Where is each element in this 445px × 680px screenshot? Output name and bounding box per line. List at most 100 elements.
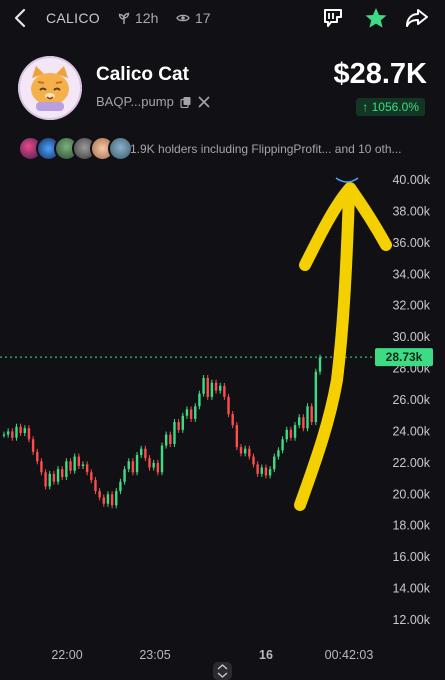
candle-body [173,422,176,444]
candle-body [23,428,26,433]
candle-body [123,469,126,482]
candle-body [36,451,39,462]
holders-row[interactable]: 1.9K holders including FlippingProfit...… [18,136,438,162]
candle-body [306,406,309,429]
top-bar: CALICO 12h 17 [0,0,445,36]
candle-body [61,469,64,477]
candle-body [164,434,168,446]
candle-body [98,491,101,498]
star-icon[interactable] [363,6,389,30]
candle-body [102,497,105,504]
candle-body [177,422,180,430]
candle-body [85,464,89,473]
y-tick-label: 18.00k [392,519,430,533]
y-tick-label: 34.00k [392,267,430,281]
y-tick-label: 40.00k [392,173,430,187]
candle-body [302,417,305,429]
candle-body [110,494,114,506]
views-value: 17 [195,10,211,26]
candle-body [289,429,293,438]
candle-body [273,456,276,470]
y-tick-label: 16.00k [392,550,430,564]
candle-body [65,461,68,477]
candle-body [81,464,85,466]
candle-body [318,357,322,372]
back-chevron-icon[interactable] [10,6,32,30]
price-change-badge: ↑ 1056.0% [356,98,425,116]
candle-body [56,469,60,482]
candle-body [181,415,184,430]
x-axis: 22:00 23:05 16 00:42:03 [51,648,373,662]
token-address-row: BAQP...pump [96,94,210,109]
candle-body [90,472,93,481]
x-tick-label: 23:05 [139,648,170,662]
token-address: BAQP...pump [96,94,174,109]
candle-body [52,473,56,482]
y-tick-label: 38.00k [392,204,430,218]
y-tick-label: 32.00k [392,299,430,313]
view-count: 17 [176,10,211,26]
candle-body [40,461,43,473]
x-tick-label: 22:00 [51,648,82,662]
y-tick-label: 14.00k [392,582,430,596]
y-tick-label: 36.00k [392,236,430,250]
candle-body [206,378,209,397]
candle-body [227,396,230,415]
candle-body [77,456,81,466]
candle-body [268,469,272,476]
candle-body [27,428,31,440]
price-chart[interactable]: 40.00k38.00k36.00k34.00k32.00k30.00k28.0… [0,160,445,680]
current-price-label: 28.73k [386,350,423,364]
message-icon[interactable] [320,6,346,30]
y-tick-label: 30.00k [392,330,430,344]
candle-body [198,393,201,407]
x-twitter-icon[interactable] [198,95,210,108]
candle-body [264,467,268,476]
candle-body [69,461,72,471]
arrow-annotation [294,177,392,511]
eye-icon [176,14,190,22]
current-price-tag: 28.73k [375,348,433,367]
candle-body [210,382,214,397]
candle-body [256,464,259,474]
x-tick-label: 16 [259,648,273,662]
token-screen: CALICO 12h 17 Calico Cat BAQP...pump $28… [0,0,445,680]
candle-body [260,467,263,474]
candle-body [160,445,164,473]
candle-body [243,448,247,454]
candle-body [31,439,35,452]
scroll-handle[interactable] [213,662,232,680]
candle-body [2,434,6,436]
candle-body [140,448,143,455]
candle-body [185,409,189,416]
candle-body [106,494,110,504]
sprout-icon [118,12,130,24]
candle-body [44,472,47,487]
candle-body [310,406,313,422]
candle-body [285,429,288,440]
candle-body [19,426,22,433]
ticker-symbol: CALICO [46,10,100,26]
share-icon[interactable] [404,6,430,30]
candle-body [169,434,172,444]
candle-body [127,461,130,470]
candle-body [115,491,118,506]
candle-body [119,481,122,492]
copy-icon[interactable] [180,96,192,108]
candle-body [223,385,226,397]
candle-body [277,450,280,457]
age-value: 12h [135,10,159,26]
y-tick-label: 22.00k [392,456,430,470]
y-tick-label: 12.00k [392,613,430,627]
candle-body [152,462,155,468]
token-age: 12h [118,10,158,26]
calico-cat-logo [18,56,82,120]
candle-body [252,456,255,465]
candle-body [202,378,205,394]
candle-body [144,448,147,459]
candle-body [231,414,234,426]
candle-body [281,439,284,451]
candle-body [94,480,97,492]
price-series [2,354,322,509]
candle-body [239,447,243,454]
